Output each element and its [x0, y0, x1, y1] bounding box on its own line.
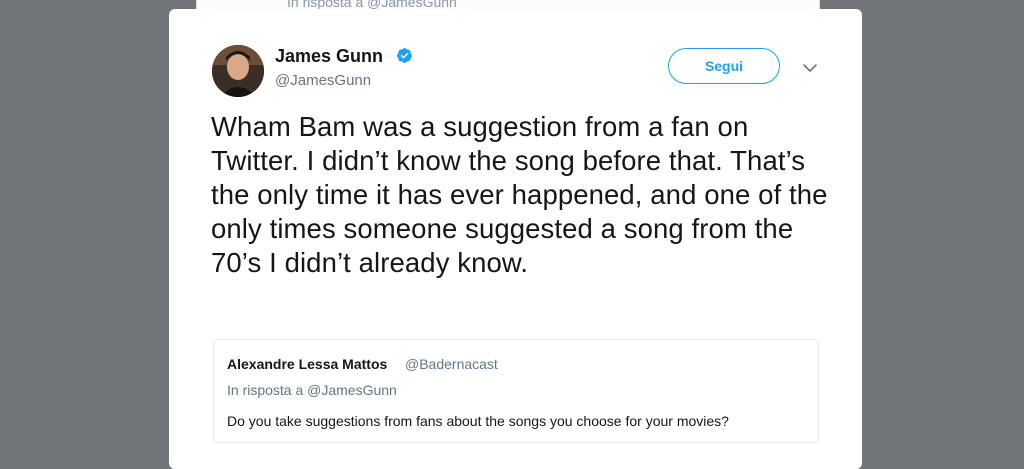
- tweet-permalink-modal: James Gunn @JamesGunn Segui Wham Bam was…: [169, 9, 862, 469]
- avatar[interactable]: [212, 45, 264, 97]
- avatar-image: [212, 45, 264, 97]
- author-display-name[interactable]: James Gunn: [275, 46, 383, 67]
- quoted-tweet-text: Do you take suggestions from fans about …: [227, 413, 729, 429]
- verified-badge-icon: [397, 48, 412, 63]
- author-handle[interactable]: @JamesGunn: [275, 72, 371, 89]
- quoted-tweet[interactable]: Alexandre Lessa Mattos @Badernacast In r…: [213, 339, 819, 443]
- chevron-down-icon[interactable]: [802, 62, 818, 74]
- quoted-author-handle: @Badernacast: [405, 356, 498, 372]
- quoted-reply-context: In risposta a @JamesGunn: [227, 382, 397, 398]
- quoted-author-name: Alexandre Lessa Mattos: [227, 356, 388, 372]
- follow-button[interactable]: Segui: [668, 48, 780, 84]
- tweet-text: Wham Bam was a suggestion from a fan on …: [211, 111, 828, 278]
